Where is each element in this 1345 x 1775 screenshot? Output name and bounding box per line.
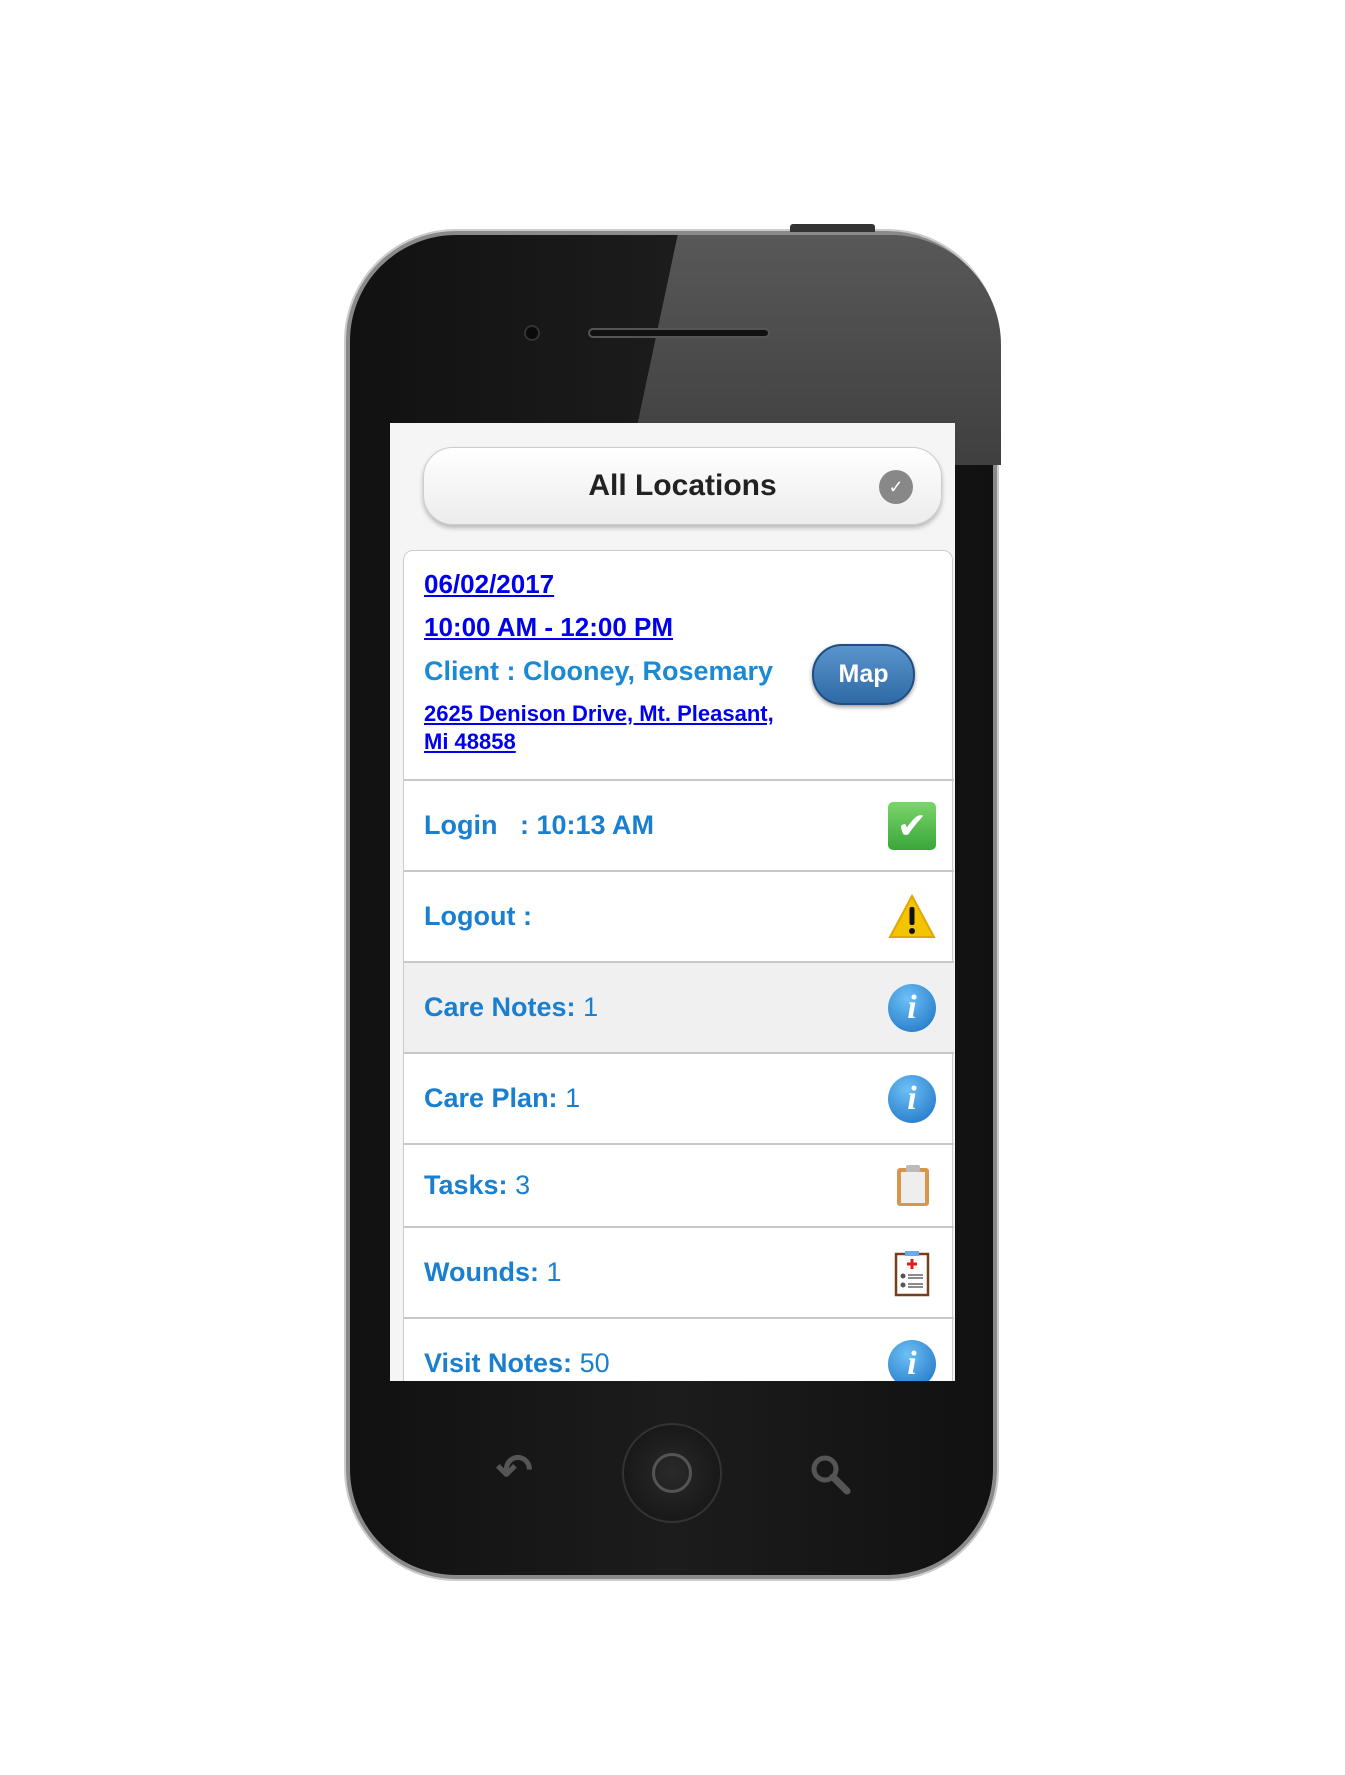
visit-date-link[interactable]: 06/02/2017 xyxy=(424,569,554,600)
care-notes-row[interactable]: Care Notes: 1 i xyxy=(404,961,954,1052)
speaker xyxy=(588,328,770,338)
address-link-line2[interactable]: Mi 48858 xyxy=(424,729,516,755)
camera xyxy=(524,325,540,341)
home-button[interactable] xyxy=(622,1423,722,1523)
row-value: 3 xyxy=(515,1170,531,1200)
back-icon[interactable]: ↶ xyxy=(496,1445,533,1496)
visit-notes-row[interactable]: Visit Notes: 50 i xyxy=(404,1317,954,1381)
row-value: 1 xyxy=(565,1083,581,1113)
warning-icon xyxy=(888,893,936,938)
medical-clipboard-icon xyxy=(894,1250,930,1296)
wounds-row[interactable]: Wounds: 1 xyxy=(404,1226,954,1317)
row-label: Logout : xyxy=(424,901,532,931)
checkmark-icon: ✔ xyxy=(888,801,936,850)
row-label: Care Plan: xyxy=(424,1083,558,1113)
row-value: 1 xyxy=(546,1257,562,1287)
location-dropdown[interactable]: All Locations ✓ xyxy=(423,447,942,525)
visit-time-link[interactable]: 10:00 AM - 12:00 PM xyxy=(424,612,673,643)
dropdown-label: All Locations xyxy=(588,469,777,502)
info-icon: i xyxy=(888,1074,936,1123)
row-value: 1 xyxy=(583,992,599,1022)
row-label: Tasks: xyxy=(424,1170,508,1200)
tasks-row[interactable]: Tasks: 3 xyxy=(404,1143,954,1226)
info-icon: i xyxy=(888,983,936,1032)
client-name: Client : Clooney, Rosemary xyxy=(424,656,774,686)
row-label: Visit Notes: xyxy=(424,1348,573,1378)
map-button[interactable]: Map xyxy=(812,644,915,705)
search-icon[interactable] xyxy=(808,1452,852,1496)
login-row[interactable]: Login : 10:13 AM ✔ xyxy=(404,779,954,870)
row-label: Care Notes: xyxy=(424,992,576,1022)
power-button xyxy=(790,224,875,232)
clipboard-icon xyxy=(897,1164,929,1206)
row-value: 50 xyxy=(579,1348,610,1378)
info-icon: i xyxy=(888,1339,936,1381)
care-plan-row[interactable]: Care Plan: 1 i xyxy=(404,1052,954,1143)
row-label: Wounds: xyxy=(424,1257,539,1287)
logout-row[interactable]: Logout : xyxy=(404,870,954,961)
address-link-line1[interactable]: 2625 Denison Drive, Mt. Pleasant, xyxy=(424,701,774,727)
visit-card: 06/02/2017 10:00 AM - 12:00 PM Client : … xyxy=(403,550,954,1381)
chevron-down-icon: ✓ xyxy=(879,470,913,504)
screen: All Locations ✓ 06/02/2017 10:00 AM - 12… xyxy=(390,423,955,1381)
row-label: Login : 10:13 AM xyxy=(424,810,655,840)
